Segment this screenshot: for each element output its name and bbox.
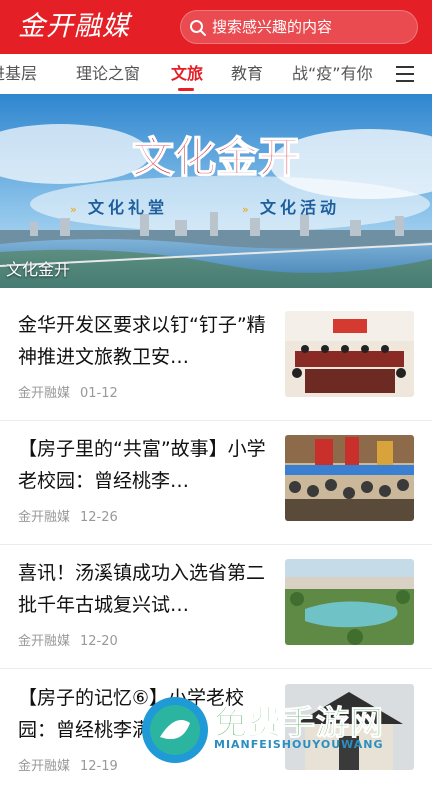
article-thumbnail (285, 559, 414, 645)
banner-caption: 文化金开 (6, 260, 71, 279)
article-meta: 金开融媒 12-19 (18, 755, 118, 774)
app-logo[interactable]: 金开融媒 (18, 8, 130, 46)
tab-jiaoyu[interactable]: 教育 (231, 54, 263, 94)
article-source: 金开融媒 (18, 634, 71, 649)
watermark-text: 免费手游网 (214, 703, 384, 743)
article-item[interactable]: 【房子里的“共富”故事】小学老校园：曾经桃李… 金开融媒 12-26 (0, 423, 432, 547)
watermark-subtext: MIANFEISHOUYOUWANG (214, 738, 384, 751)
tab-zhanyi[interactable]: 战“疫”有你 (292, 54, 373, 94)
tab-jinjiceng[interactable]: 进基层 (0, 54, 37, 94)
article-date: 12-20 (80, 634, 118, 649)
watermark-logo-icon (142, 697, 208, 763)
article-meta: 金开融媒 01-12 (18, 382, 118, 401)
article-date: 12-26 (80, 510, 118, 525)
article-date: 01-12 (80, 386, 118, 401)
article-thumbnail (285, 311, 414, 397)
app-header: 金开融媒 搜索感兴趣的内容 (0, 0, 432, 54)
article-item[interactable]: 喜讯！汤溪镇成功入选省第二批千年古城复兴试… 金开融媒 12-20 (0, 547, 432, 671)
article-thumbnail (285, 435, 414, 521)
watermark: 免费手游网 MIANFEISHOUYOUWANG (134, 692, 432, 768)
article-date: 12-19 (80, 759, 118, 774)
banner-sub-left: 文化礼堂 (88, 198, 168, 217)
banner-sub-right: 文化活动 (260, 198, 340, 217)
svg-text:»: » (70, 203, 77, 216)
svg-text:»: » (242, 203, 249, 216)
article-item[interactable]: 金华开发区要求以钉“钉子”精神推进文旅教卫安… 金开融媒 01-12 (0, 299, 432, 423)
tab-lilun[interactable]: 理论之窗 (76, 54, 140, 94)
divider (0, 544, 432, 545)
search-bar[interactable]: 搜索感兴趣的内容 (180, 10, 418, 44)
divider (0, 668, 432, 669)
article-title: 金华开发区要求以钉“钉子”精神推进文旅教卫安… (18, 314, 266, 368)
menu-icon-bar (396, 66, 414, 68)
article-source: 金开融媒 (18, 759, 71, 774)
article-meta: 金开融媒 12-26 (18, 506, 118, 525)
active-tab-indicator (178, 88, 194, 91)
article-title: 喜讯！汤溪镇成功入选省第二批千年古城复兴试… (18, 562, 266, 616)
menu-icon-bar (396, 80, 414, 82)
banner-title: 文化金开 (132, 133, 300, 182)
search-placeholder: 搜索感兴趣的内容 (212, 18, 333, 36)
divider (0, 420, 432, 421)
article-source: 金开融媒 (18, 386, 71, 401)
article-source: 金开融媒 (18, 510, 71, 525)
article-meta: 金开融媒 12-20 (18, 630, 118, 649)
banner-carousel[interactable]: 文化金开 » 文化礼堂 » 文化活动 文化金开 (0, 94, 432, 288)
menu-button[interactable] (376, 54, 432, 94)
category-tabs: 进基层 理论之窗 文旅 教育 战“疫”有你 (0, 54, 432, 94)
article-title: 【房子里的“共富”故事】小学老校园：曾经桃李… (18, 438, 266, 492)
menu-icon-bar (396, 73, 414, 75)
search-icon (190, 20, 206, 36)
